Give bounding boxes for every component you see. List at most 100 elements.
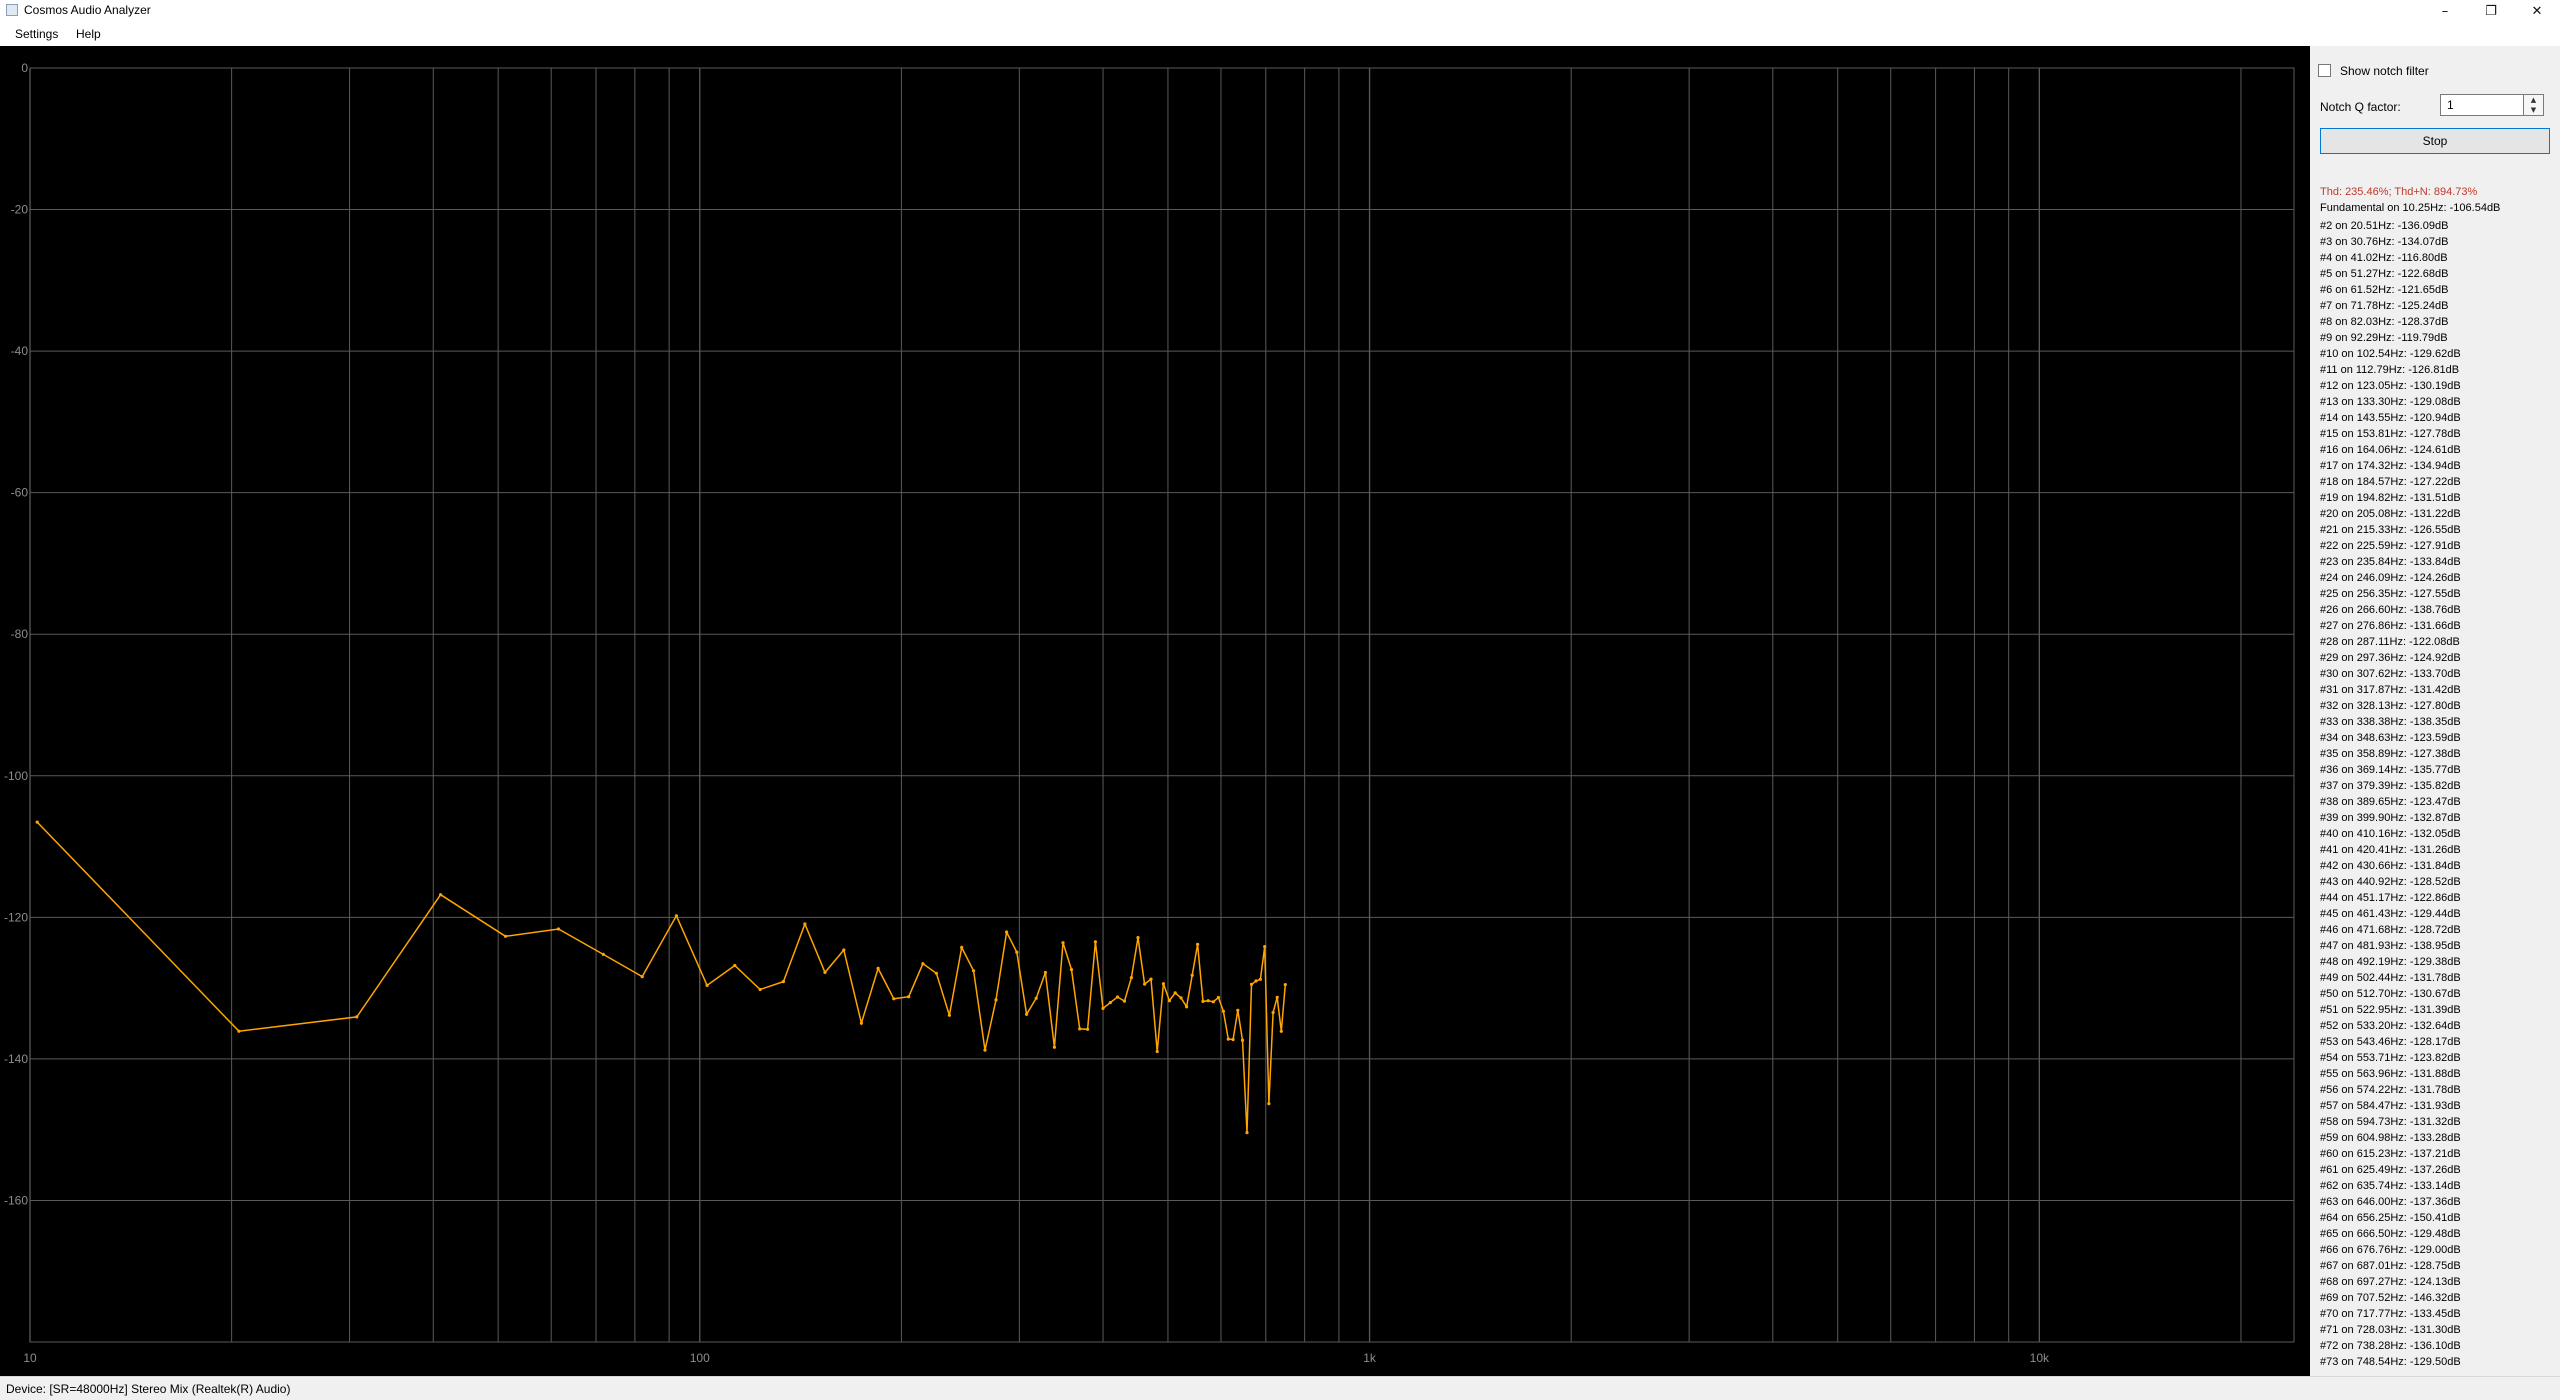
stepper-up-icon[interactable]: ▲ <box>2524 95 2543 105</box>
harmonic-item: #20 on 205.08Hz: -131.22dB <box>2320 508 2461 520</box>
spectrum-point <box>758 987 762 992</box>
spectrum-point <box>823 970 827 975</box>
harmonic-item: #43 on 440.92Hz: -128.52dB <box>2320 876 2461 888</box>
spectrum-point <box>1249 982 1254 987</box>
device-status: Device: [SR=48000Hz] Stereo Mix (Realtek… <box>6 1382 291 1396</box>
show-notch-label: Show notch filter <box>2340 64 2429 78</box>
plot-frame <box>29 67 2295 1343</box>
spectrum-point <box>1216 995 1220 1000</box>
menu-help[interactable]: Help <box>76 27 101 41</box>
spectrum-point <box>35 820 39 824</box>
maximize-button[interactable]: ❐ <box>2468 0 2514 22</box>
spectrum-point <box>781 980 786 984</box>
spectrum-point <box>1271 1010 1275 1015</box>
harmonic-item: #18 on 184.57Hz: -127.22dB <box>2320 476 2461 488</box>
harmonic-item: #70 on 717.77Hz: -133.45dB <box>2320 1308 2461 1320</box>
show-notch-checkbox[interactable] <box>2318 64 2331 77</box>
spectrum-point <box>1108 1001 1112 1005</box>
spectrum-point <box>1240 1038 1245 1042</box>
notch-q-stepper[interactable]: ▲ ▼ <box>2524 94 2544 116</box>
notch-q-input[interactable] <box>2440 94 2524 116</box>
thd-readout: Thd: 235.46%; Thd+N: 894.73% <box>2320 186 2478 198</box>
harmonic-item: #3 on 30.76Hz: -134.07dB <box>2320 236 2449 248</box>
menu-settings[interactable]: Settings <box>15 27 58 41</box>
spectrum-point <box>237 1029 241 1033</box>
spectrum-chart: 0 -20 -40 -60 -80 -100 -120 -140 -160 10 100 1k 10k <box>0 46 2310 1376</box>
spectrum-point <box>1043 970 1047 975</box>
harmonic-item: #51 on 522.95Hz: -131.39dB <box>2320 1004 2461 1016</box>
y-tick-label: 0 <box>21 61 28 75</box>
spectrum-point <box>1283 983 1287 987</box>
spectrum-point <box>934 971 939 975</box>
fundamental-readout: Fundamental on 10.25Hz: -106.54dB <box>2320 202 2501 214</box>
harmonic-item: #27 on 276.86Hz: -131.66dB <box>2320 620 2461 632</box>
spectrum-point <box>1052 1045 1056 1049</box>
harmonic-item: #17 on 174.32Hz: -134.94dB <box>2320 460 2461 472</box>
spectrum-point <box>1025 1012 1029 1016</box>
spectrum-point <box>859 1021 864 1025</box>
harmonic-item: #69 on 707.52Hz: -146.32dB <box>2320 1292 2461 1304</box>
spectrum-point <box>1115 995 1120 999</box>
spectrum-point <box>1005 930 1009 934</box>
spectrum-point <box>842 948 846 952</box>
harmonic-item: #66 on 676.76Hz: -129.00dB <box>2320 1244 2461 1256</box>
spectrum-point <box>803 922 807 926</box>
spectrum-point <box>1231 1037 1235 1042</box>
stop-button[interactable]: Stop <box>2320 128 2550 154</box>
harmonic-item: #22 on 225.59Hz: -127.91dB <box>2320 540 2461 552</box>
harmonic-item: #19 on 194.82Hz: -131.51dB <box>2320 492 2461 504</box>
harmonic-item: #60 on 615.23Hz: -137.21dB <box>2320 1148 2461 1160</box>
harmonic-item: #65 on 666.50Hz: -129.48dB <box>2320 1228 2461 1240</box>
spectrum-point <box>1173 991 1177 995</box>
y-tick-label: -40 <box>11 344 29 358</box>
harmonic-item: #4 on 41.02Hz: -116.80dB <box>2320 252 2448 264</box>
x-tick-label: 10k <box>2030 1351 2050 1365</box>
close-button[interactable]: ✕ <box>2514 0 2560 22</box>
y-tick-label: -160 <box>4 1193 28 1207</box>
spectrum-point <box>1161 982 1165 986</box>
spectrum-point <box>601 952 605 957</box>
harmonic-item: #23 on 235.84Hz: -133.84dB <box>2320 556 2461 568</box>
harmonic-item: #64 on 656.25Hz: -150.41dB <box>2320 1212 2461 1224</box>
spectrum-point <box>355 1015 359 1019</box>
harmonic-item: #13 on 133.30Hz: -129.08dB <box>2320 396 2461 408</box>
y-tick-label: -80 <box>11 627 29 641</box>
harmonic-item: #9 on 92.29Hz: -119.79dB <box>2320 332 2448 344</box>
spectrum-point <box>733 963 737 968</box>
harmonic-item: #8 on 82.03Hz: -128.37dB <box>2320 316 2449 328</box>
status-bar: Device: [SR=48000Hz] Stereo Mix (Realtek… <box>0 1376 2560 1400</box>
harmonic-item: #5 on 51.27Hz: -122.68dB <box>2320 268 2449 280</box>
spectrum-point <box>1267 1102 1271 1106</box>
harmonic-item: #28 on 287.11Hz: -122.08dB <box>2320 636 2460 648</box>
harmonic-item: #68 on 697.27Hz: -124.13dB <box>2320 1276 2461 1288</box>
harmonic-item: #30 on 307.62Hz: -133.70dB <box>2320 668 2461 680</box>
harmonic-item: #46 on 471.68Hz: -128.72dB <box>2320 924 2461 936</box>
y-tick-label: -20 <box>11 203 29 217</box>
harmonic-item: #41 on 420.41Hz: -131.26dB <box>2320 844 2461 856</box>
spectrum-point <box>994 998 998 1002</box>
app-icon <box>6 4 18 16</box>
spectrum-point <box>1185 1005 1189 1009</box>
stepper-down-icon[interactable]: ▼ <box>2524 105 2543 115</box>
harmonic-item: #53 on 543.46Hz: -128.17dB <box>2320 1036 2461 1048</box>
harmonic-item: #49 on 502.44Hz: -131.78dB <box>2320 972 2461 984</box>
side-panel: Show notch filter Notch Q factor: ▲ ▼ St… <box>2310 46 2560 1376</box>
harmonic-item: #54 on 553.71Hz: -123.82dB <box>2320 1052 2461 1064</box>
harmonic-item: #48 on 492.19Hz: -129.38dB <box>2320 956 2461 968</box>
spectrum-point <box>1101 1006 1105 1011</box>
harmonic-item: #11 on 112.79Hz: -126.81dB <box>2320 364 2460 376</box>
spectrum-point <box>1226 1037 1230 1041</box>
spectrum-point <box>907 995 911 999</box>
harmonic-item: #29 on 297.36Hz: -124.92dB <box>2320 652 2461 664</box>
harmonic-item: #38 on 389.65Hz: -123.47dB <box>2320 796 2461 808</box>
spectrum-point <box>983 1048 987 1052</box>
harmonic-item: #44 on 451.17Hz: -122.86dB <box>2320 892 2461 904</box>
spectrum-plot: 0 -20 -40 -60 -80 -100 -120 -140 -160 10 100 1k 10k <box>4 61 2295 1365</box>
harmonic-item: #6 on 61.52Hz: -121.65dB <box>2320 284 2449 296</box>
spectrum-point <box>972 969 976 973</box>
x-tick-label: 100 <box>690 1351 710 1365</box>
spectrum-point <box>1129 976 1133 980</box>
x-tick-label: 1k <box>1363 1351 1377 1365</box>
minimize-button[interactable]: – <box>2422 0 2468 22</box>
spectrum-point <box>1086 1027 1090 1031</box>
